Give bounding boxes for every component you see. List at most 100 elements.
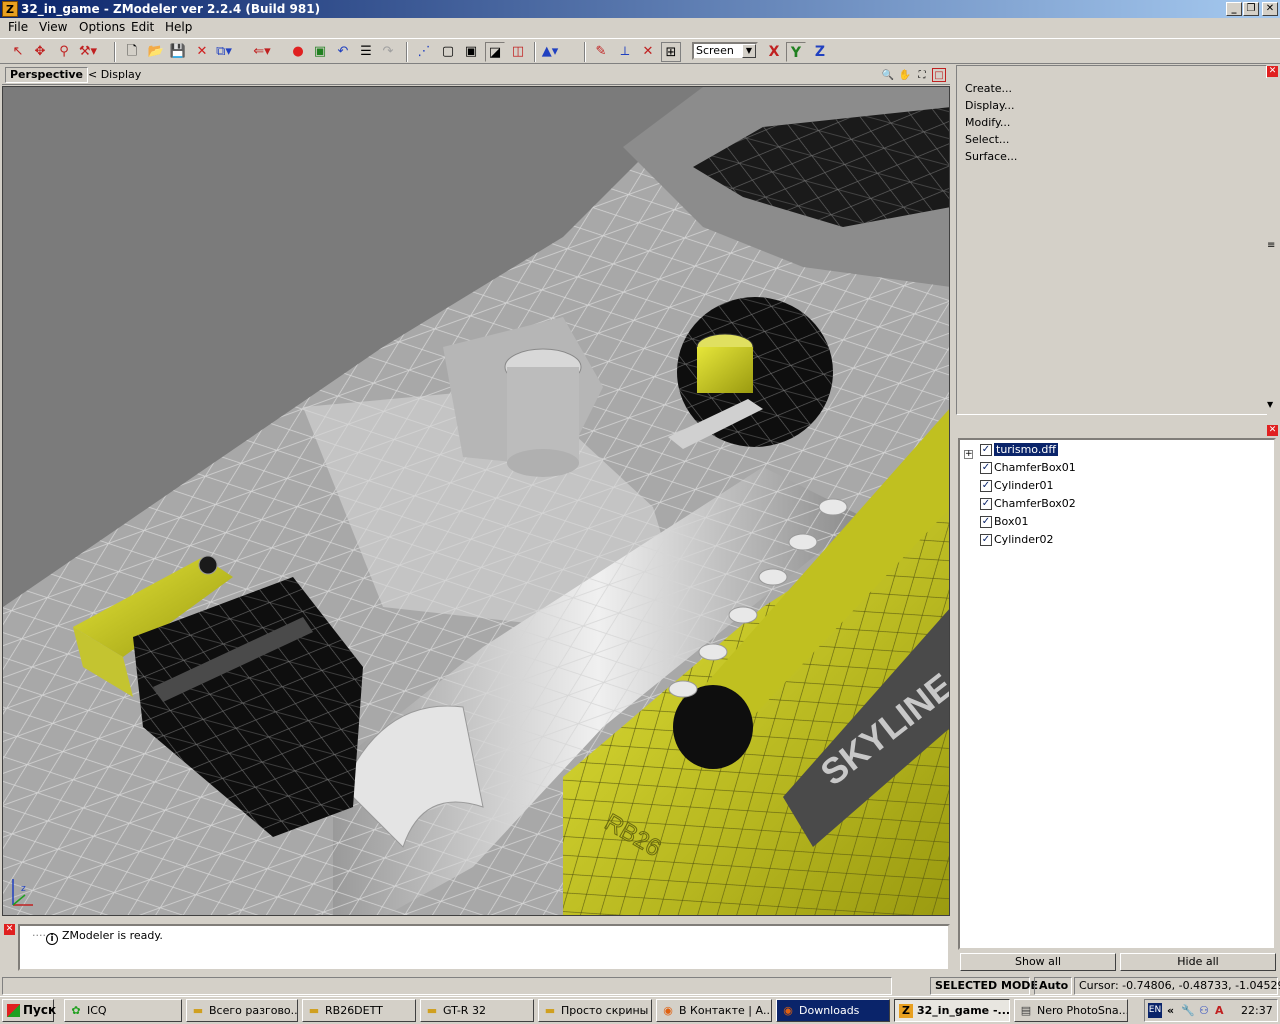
- pan-hand-icon[interactable]: ✋: [898, 69, 912, 83]
- axis-y-button[interactable]: Y: [786, 42, 806, 62]
- notes-icon[interactable]: ☰: [356, 42, 376, 62]
- zmodeler-app-icon[interactable]: Z: [2, 1, 18, 17]
- move-tool-icon[interactable]: ✥: [30, 42, 50, 62]
- display-toggle[interactable]: < Display: [88, 67, 141, 83]
- tree-item[interactable]: ✓ ChamferBox01: [978, 460, 1076, 476]
- axis-x-button[interactable]: X: [764, 42, 784, 62]
- delete-icon[interactable]: ✕: [192, 42, 212, 62]
- window-title: 32_in_game - ZModeler ver 2.2.4 (Build 9…: [21, 2, 321, 16]
- menu-help[interactable]: Help: [165, 20, 192, 35]
- select-tool-icon[interactable]: ↖: [8, 42, 28, 62]
- box-solid-icon[interactable]: ▣: [461, 42, 481, 62]
- checkbox-icon[interactable]: ✓: [980, 462, 992, 474]
- task-nero[interactable]: ▤ Nero PhotoSna...: [1014, 999, 1128, 1022]
- task-browser[interactable]: ◉ В Контакте | А...: [656, 999, 772, 1022]
- redo-icon[interactable]: ↷: [378, 42, 398, 62]
- status-empty: [2, 977, 892, 995]
- render-icon[interactable]: ▣: [310, 42, 330, 62]
- pick-icon[interactable]: ✎: [591, 42, 611, 62]
- create-menu-item[interactable]: Create...: [965, 82, 1012, 95]
- new-file-icon[interactable]: 🗋: [122, 42, 142, 62]
- expand-icon[interactable]: +: [964, 450, 973, 459]
- menu-file[interactable]: File: [8, 20, 28, 35]
- task-folder[interactable]: ▬ Просто скрины: [538, 999, 652, 1022]
- network-icon[interactable]: 🔧: [1181, 1000, 1195, 1021]
- restore-button[interactable]: ❐: [1243, 2, 1259, 16]
- box-red-icon[interactable]: ◫: [508, 42, 528, 62]
- taskbar: Пуск ✿ ICQ ▬ Всего разгово... ▬ RB26DETT ▬ G…: [0, 996, 1280, 1024]
- tools-dropdown-icon[interactable]: ⚒▾: [78, 42, 98, 62]
- axis-z-button[interactable]: Z: [810, 42, 830, 62]
- checkbox-icon[interactable]: ✓: [980, 516, 992, 528]
- checkbox-icon[interactable]: ✓: [980, 444, 992, 456]
- save-file-icon[interactable]: 💾: [168, 42, 188, 62]
- grid-icon[interactable]: ⊞: [661, 42, 681, 62]
- close-panel-icon[interactable]: ✕: [1267, 66, 1278, 77]
- user-icon[interactable]: ⚇: [1199, 1000, 1209, 1021]
- checkbox-icon[interactable]: ✓: [980, 498, 992, 510]
- maximize-viewport-icon[interactable]: □: [932, 68, 946, 82]
- menu-options[interactable]: Options: [79, 20, 125, 35]
- display-menu-item[interactable]: Display...: [965, 99, 1014, 112]
- chevron-down-icon[interactable]: ▼: [742, 44, 756, 58]
- triangle-mode-icon[interactable]: ▲▾: [540, 42, 560, 62]
- show-all-button[interactable]: Show all: [960, 953, 1116, 971]
- antivirus-icon[interactable]: A: [1215, 1000, 1224, 1021]
- axes-icon[interactable]: ⟂: [615, 42, 635, 62]
- box-shaded-icon[interactable]: ◪: [485, 42, 505, 62]
- windows-logo-icon: [7, 1004, 20, 1017]
- walk-tool-icon[interactable]: ⚲: [54, 42, 74, 62]
- tree-item[interactable]: ✓ Cylinder01: [978, 478, 1054, 494]
- scroll-down-icon[interactable]: ▼: [1267, 400, 1273, 409]
- hide-all-button[interactable]: Hide all: [1120, 953, 1276, 971]
- language-indicator[interactable]: EN: [1148, 1003, 1162, 1018]
- 3d-viewport[interactable]: SKYLINE GT-R RB26 z: [2, 86, 950, 916]
- task-zmodeler[interactable]: Z 32_in_game -...: [894, 999, 1010, 1022]
- start-button[interactable]: Пуск: [2, 999, 56, 1022]
- zoom-icon[interactable]: 🔍: [881, 69, 895, 83]
- export-icon[interactable]: ⇐▾: [252, 42, 272, 62]
- vertex-mode-icon[interactable]: ⋰: [414, 42, 434, 62]
- modify-menu-item[interactable]: Modify...: [965, 116, 1010, 129]
- command-panel-scrollbar[interactable]: ≡ ▼: [1266, 78, 1278, 414]
- command-panel: Create... Display... Modify... Select...…: [956, 65, 1267, 415]
- task-folder[interactable]: ▬ Всего разгово...: [186, 999, 298, 1022]
- close-button[interactable]: ✕: [1262, 2, 1278, 16]
- select-menu-item[interactable]: Select...: [965, 133, 1009, 146]
- close-log-icon[interactable]: ✕: [4, 924, 15, 935]
- tree-item-label: ChamferBox01: [994, 461, 1076, 474]
- task-downloads[interactable]: ◉ Downloads: [776, 999, 890, 1022]
- tree-item[interactable]: ✓ turismo.dff: [978, 442, 1058, 458]
- viewport-mode-tab[interactable]: Perspective: [5, 67, 89, 83]
- tree-item[interactable]: ✓ ChamferBox02: [978, 496, 1076, 512]
- surface-menu-item[interactable]: Surface...: [965, 150, 1017, 163]
- minimize-button[interactable]: _: [1226, 2, 1242, 16]
- open-file-icon[interactable]: 📂: [146, 42, 166, 62]
- task-folder[interactable]: ▬ RB26DETT: [302, 999, 416, 1022]
- selection-mode: SELECTED MODE: [930, 977, 1038, 995]
- tray-expand-icon[interactable]: «: [1167, 1000, 1174, 1021]
- checkbox-icon[interactable]: ✓: [980, 480, 992, 492]
- close-objects-panel-icon[interactable]: ✕: [1267, 425, 1278, 436]
- cross-axes-icon[interactable]: ✕: [638, 42, 658, 62]
- task-folder[interactable]: ▬ GT-R 32: [420, 999, 534, 1022]
- folder-icon: ▬: [544, 1004, 556, 1017]
- menu-edit[interactable]: Edit: [131, 20, 154, 35]
- tree-item[interactable]: ✓ Box01: [978, 514, 1028, 530]
- box-wire-icon[interactable]: ▢: [438, 42, 458, 62]
- checkbox-icon[interactable]: ✓: [980, 534, 992, 546]
- flower-icon: ✿: [71, 1004, 81, 1017]
- tree-item[interactable]: ✓ Cylinder02: [978, 532, 1054, 548]
- tree-item-label: Cylinder01: [994, 479, 1054, 492]
- zoom-extents-icon[interactable]: ⛶: [915, 69, 929, 83]
- undo-icon[interactable]: ↶: [333, 42, 353, 62]
- menu-view[interactable]: View: [39, 20, 67, 35]
- view-combo[interactable]: Screen ▼: [692, 42, 758, 60]
- viewport-header: Perspective < Display 🔍 ✋ ⛶ □: [2, 65, 950, 85]
- import-icon[interactable]: ⧉▾: [214, 42, 234, 62]
- scroll-grip-icon[interactable]: ≡: [1267, 240, 1275, 251]
- task-label: Nero PhotoSna...: [1037, 1004, 1128, 1017]
- task-icq[interactable]: ✿ ICQ: [64, 999, 182, 1022]
- record-icon[interactable]: ●: [288, 42, 308, 62]
- folder-icon: ▬: [426, 1004, 438, 1017]
